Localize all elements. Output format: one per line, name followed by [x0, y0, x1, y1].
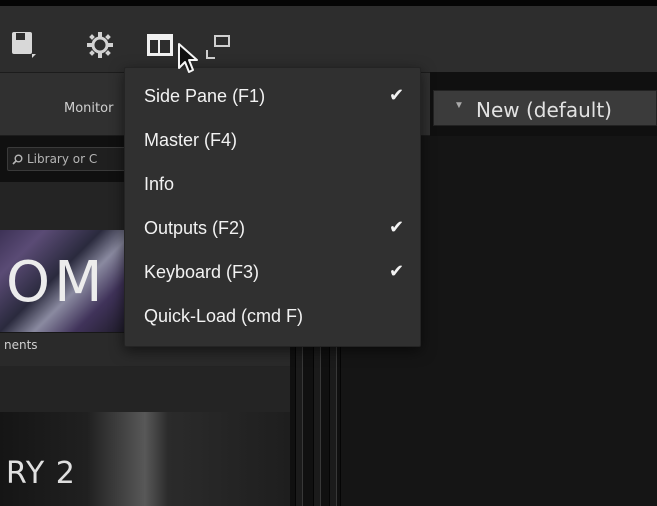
library-card-image[interactable]: OM — [0, 230, 124, 332]
mouse-cursor-icon — [178, 43, 198, 73]
detach-window-icon[interactable] — [205, 30, 239, 60]
library-card-title: OM — [6, 250, 107, 315]
menu-item-keyboard[interactable]: Keyboard (F3) ✔ — [125, 254, 422, 294]
library-card-label-text: nents — [4, 338, 38, 352]
check-icon: ✔ — [389, 261, 405, 282]
preset-selector[interactable]: ▼ New (default) — [433, 90, 657, 126]
menu-item-quick-load[interactable]: Quick-Load (cmd F) — [125, 298, 422, 338]
gear-icon[interactable] — [83, 30, 117, 60]
menu-item-label: Side Pane (F1) — [144, 86, 266, 106]
menu-item-label: Outputs (F2) — [144, 218, 246, 238]
menu-item-label: Keyboard (F3) — [144, 262, 260, 282]
app-window: Monitor Library or C OM nents RY 2 ▼ New… — [0, 0, 657, 506]
menu-item-outputs[interactable]: Outputs (F2) ✔ — [125, 210, 422, 250]
preset-name: New (default) — [476, 98, 612, 122]
menu-item-side-pane[interactable]: Side Pane (F1) ✔ — [125, 78, 422, 118]
menu-item-label: Master (F4) — [144, 130, 238, 150]
check-icon: ✔ — [389, 85, 405, 106]
chevron-down-icon: ▼ — [454, 100, 464, 111]
search-placeholder: Library or C — [27, 152, 98, 166]
menu-item-label: Info — [144, 174, 175, 194]
save-icon[interactable] — [8, 30, 42, 60]
library-card-2-title: RY 2 — [6, 456, 76, 491]
monitor-tab[interactable]: Monitor — [64, 101, 113, 116]
menu-item-master[interactable]: Master (F4) — [125, 122, 422, 162]
menu-item-info[interactable]: Info — [125, 166, 422, 206]
library-search-field[interactable]: Library or C — [7, 147, 127, 171]
layout-icon[interactable] — [145, 30, 179, 60]
library-card-2[interactable]: RY 2 — [0, 412, 290, 506]
view-menu: Side Pane (F1) ✔ Master (F4) Info Output… — [124, 67, 421, 347]
check-icon: ✔ — [389, 217, 405, 238]
search-icon — [12, 154, 23, 165]
toolbar — [0, 0, 657, 72]
menu-item-label: Quick-Load (cmd F) — [144, 306, 304, 326]
